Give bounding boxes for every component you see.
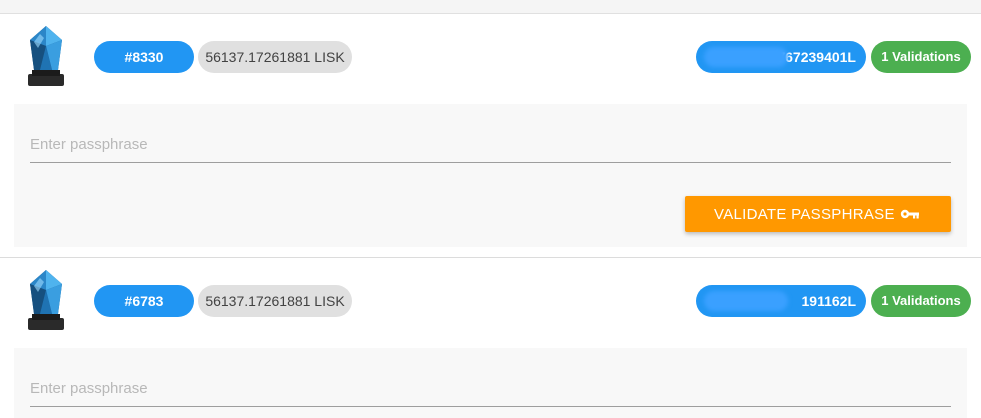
address-suffix: 767239401L [777, 49, 856, 65]
passphrase-input[interactable] [30, 370, 951, 407]
delegate-id-badge: #8330 [94, 41, 194, 73]
passphrase-panel [14, 348, 967, 418]
delegate-header: #6783 56137.17261881 LISK 191162L 1 Vali… [0, 258, 981, 348]
validations-badge: 1 Validations [871, 41, 971, 73]
delegate-id-badge: #6783 [94, 285, 194, 317]
validations-badge: 1 Validations [871, 285, 971, 317]
address-redaction [704, 291, 788, 311]
amount-badge: 56137.17261881 LISK [198, 41, 352, 73]
address-suffix: 191162L [801, 293, 857, 309]
address-badge: 767239401L [696, 41, 866, 73]
key-icon [900, 209, 919, 219]
validate-button-label: VALIDATE PASSPHRASE [714, 205, 895, 223]
top-strip [0, 0, 981, 14]
passphrase-panel: VALIDATE PASSPHRASE [14, 104, 967, 247]
passphrase-input[interactable] [30, 126, 951, 163]
amount-badge: 56137.17261881 LISK [198, 285, 352, 317]
lisk-crystal-icon [28, 26, 64, 86]
address-redaction [704, 47, 788, 67]
lisk-crystal-icon [28, 270, 64, 330]
delegate-header: #8330 56137.17261881 LISK 767239401L 1 V… [0, 14, 981, 104]
address-badge: 191162L [696, 285, 866, 317]
validate-passphrase-button[interactable]: VALIDATE PASSPHRASE [685, 196, 951, 232]
delegate-card: #6783 56137.17261881 LISK 191162L 1 Vali… [0, 258, 981, 418]
delegate-card: #8330 56137.17261881 LISK 767239401L 1 V… [0, 14, 981, 247]
